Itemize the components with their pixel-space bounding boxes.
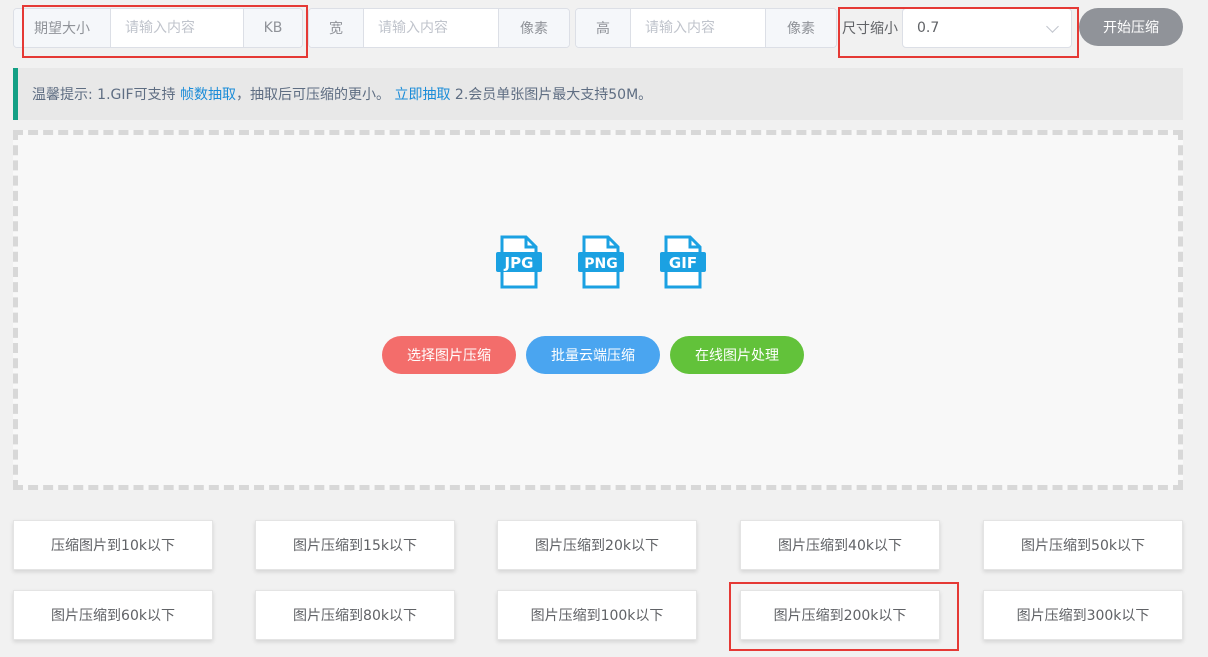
preset-button[interactable]: 图片压缩到15k以下 (255, 520, 455, 570)
width-input[interactable] (364, 9, 498, 47)
preset-button[interactable]: 图片压缩到20k以下 (497, 520, 697, 570)
preset-button[interactable]: 图片压缩到50k以下 (983, 520, 1183, 570)
tip-middle: ，抽取后可压缩的更小。 (236, 87, 395, 103)
preset-button[interactable]: 图片压缩到80k以下 (255, 590, 455, 640)
preset-button[interactable]: 图片压缩到60k以下 (13, 590, 213, 640)
preset-button[interactable]: 图片压缩到100k以下 (497, 590, 697, 640)
preset-button[interactable]: 图片压缩到200k以下 (740, 590, 940, 640)
width-group: 宽 像素 (308, 8, 570, 48)
svg-text:JPG: JPG (504, 254, 534, 272)
batch-cloud-compress-button[interactable]: 批量云端压缩 (526, 336, 660, 374)
file-type-icons: JPG PNG GIF (496, 235, 706, 289)
chevron-down-icon (1046, 20, 1059, 33)
preset-button[interactable]: 图片压缩到40k以下 (740, 520, 940, 570)
jpg-file-icon: JPG (496, 235, 542, 289)
scale-select[interactable]: 0.7 (902, 8, 1072, 48)
expected-size-input[interactable] (111, 9, 243, 47)
expected-size-group: 期望大小 KB (13, 8, 303, 48)
expected-size-unit: KB (243, 9, 302, 47)
frame-extract-link[interactable]: 帧数抽取 (180, 84, 236, 104)
preset-button[interactable]: 图片压缩到300k以下 (983, 590, 1183, 640)
width-unit: 像素 (498, 9, 569, 47)
scale-label: 尺寸缩小 (842, 21, 898, 37)
tip-prefix: 温馨提示: 1.GIF可支持 (32, 87, 181, 103)
compression-toolbar: 期望大小 KB 宽 像素 高 像素 尺寸缩小 0.7 开始压缩 (0, 0, 1208, 58)
tip-suffix: 2.会员单张图片最大支持50M。 (450, 87, 653, 103)
height-unit: 像素 (765, 9, 836, 47)
online-image-tools-button[interactable]: 在线图片处理 (670, 336, 804, 374)
width-label: 宽 (309, 9, 364, 47)
height-label: 高 (576, 9, 631, 47)
select-image-button[interactable]: 选择图片压缩 (382, 336, 516, 374)
height-input[interactable] (631, 9, 765, 47)
png-file-icon: PNG (578, 235, 624, 289)
svg-text:PNG: PNG (584, 256, 617, 272)
scale-select-value: 0.7 (917, 20, 940, 36)
tip-banner: 温馨提示: 1.GIF可支持 帧数抽取 ，抽取后可压缩的更小。 立即抽取 2.会员… (13, 68, 1183, 120)
svg-text:GIF: GIF (669, 254, 697, 272)
upload-actions: 选择图片压缩 批量云端压缩 在线图片处理 (382, 336, 804, 374)
gif-file-icon: GIF (660, 235, 706, 289)
upload-dropzone[interactable]: JPG PNG GIF 选择图片压缩 批量云端压缩 在线图片处理 (13, 130, 1183, 490)
height-group: 高 像素 (575, 8, 837, 48)
preset-button[interactable]: 压缩图片到10k以下 (13, 520, 213, 570)
start-compress-button[interactable]: 开始压缩 (1079, 8, 1183, 46)
expected-size-label: 期望大小 (14, 9, 111, 47)
extract-now-link[interactable]: 立即抽取 (394, 84, 450, 104)
